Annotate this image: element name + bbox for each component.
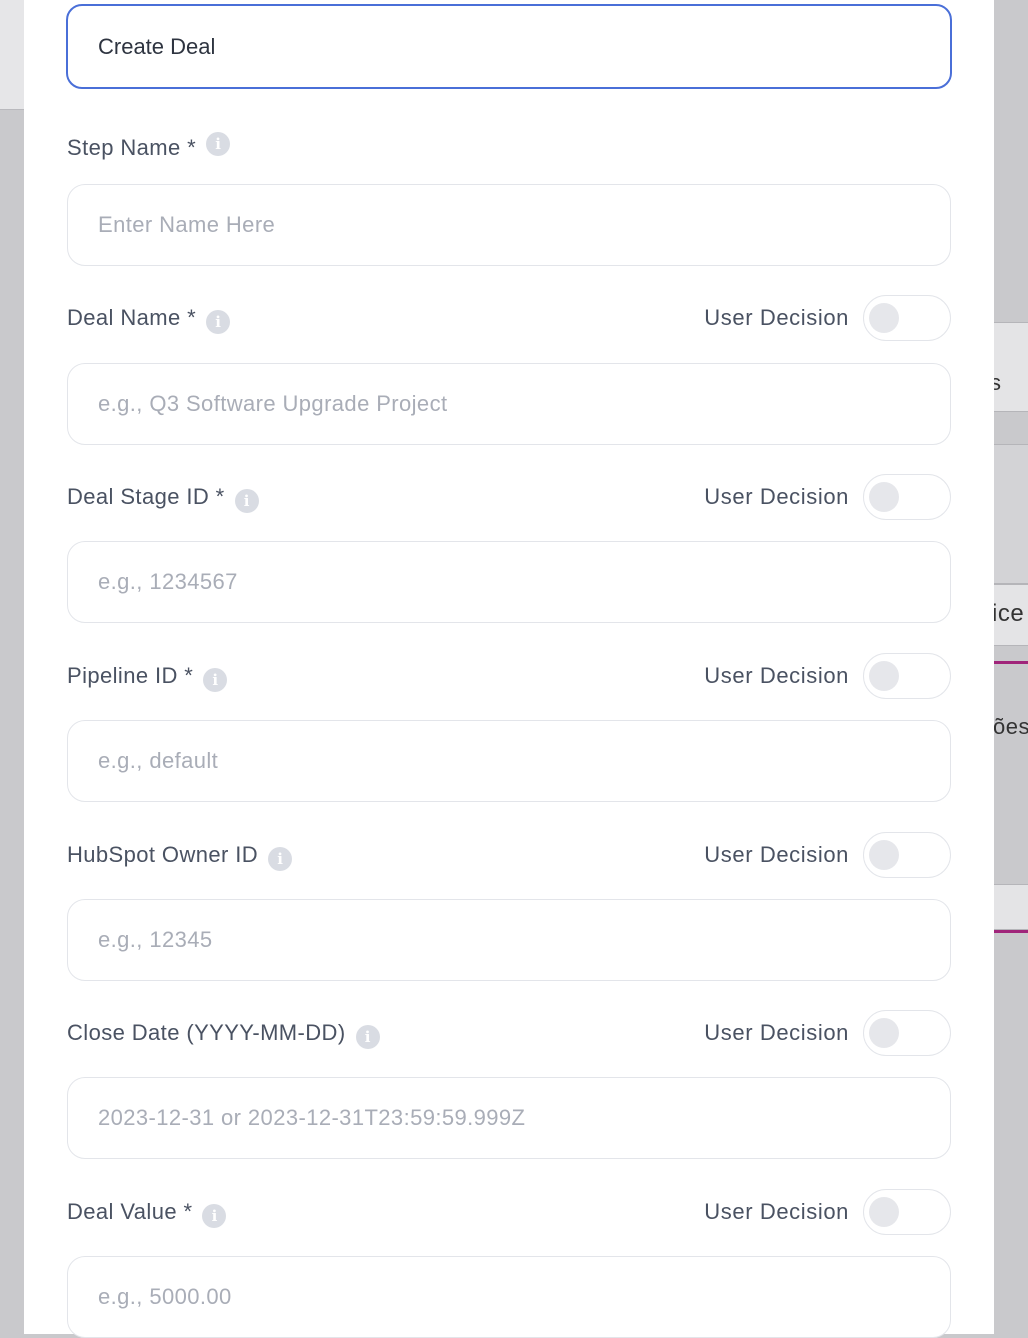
field-deal-stage-id: Deal Stage ID * i User Decision e.g., 12…: [67, 477, 951, 517]
user-decision-label: User Decision: [704, 484, 849, 510]
toggle-knob: [869, 1197, 899, 1227]
background-row: [994, 884, 1028, 930]
field-deal-name: Deal Name * i User Decision e.g., Q3 Sof…: [67, 298, 951, 338]
info-icon[interactable]: i: [268, 847, 292, 871]
field-label: Pipeline ID *: [67, 663, 193, 689]
toggle-knob: [869, 1018, 899, 1048]
deal-stage-id-input[interactable]: e.g., 1234567: [67, 541, 951, 623]
info-icon[interactable]: i: [202, 1204, 226, 1228]
close-date-input[interactable]: 2023-12-31 or 2023-12-31T23:59:59.999Z: [67, 1077, 951, 1159]
toggle-knob: [869, 840, 899, 870]
user-decision-label: User Decision: [704, 1199, 849, 1225]
step-title-input[interactable]: Create Deal: [66, 4, 952, 89]
user-decision-control: User Decision: [704, 653, 951, 699]
info-icon[interactable]: i: [356, 1025, 380, 1049]
user-decision-control: User Decision: [704, 1010, 951, 1056]
field-label: Close Date (YYYY-MM-DD): [67, 1020, 346, 1046]
field-label: Deal Name *: [67, 305, 196, 331]
user-decision-control: User Decision: [704, 295, 951, 341]
background-text-fragment: s: [994, 370, 1002, 396]
field-label: Step Name *: [67, 135, 196, 161]
info-icon[interactable]: i: [203, 668, 227, 692]
field-label: HubSpot Owner ID: [67, 842, 258, 868]
info-icon[interactable]: i: [206, 310, 230, 334]
user-decision-toggle[interactable]: [863, 1010, 951, 1056]
background-right-panel: s ice ões: [994, 0, 1028, 1334]
deal-value-input[interactable]: e.g., 5000.00: [67, 1256, 951, 1338]
field-close-date: Close Date (YYYY-MM-DD) i User Decision …: [67, 1013, 951, 1053]
user-decision-label: User Decision: [704, 1020, 849, 1046]
background-text-fragment: ice: [994, 600, 1024, 628]
field-label: Deal Stage ID *: [67, 484, 225, 510]
background-header-strip: [0, 0, 24, 110]
user-decision-label: User Decision: [704, 305, 849, 331]
user-decision-toggle[interactable]: [863, 295, 951, 341]
pipeline-id-input[interactable]: e.g., default: [67, 720, 951, 802]
user-decision-control: User Decision: [704, 474, 951, 520]
user-decision-label: User Decision: [704, 842, 849, 868]
background-accent-line: [994, 930, 1028, 933]
hubspot-owner-id-input[interactable]: e.g., 12345: [67, 899, 951, 981]
deal-name-input[interactable]: e.g., Q3 Software Upgrade Project: [67, 363, 951, 445]
field-pipeline-id: Pipeline ID * i User Decision e.g., defa…: [67, 656, 951, 696]
field-hubspot-owner-id: HubSpot Owner ID i User Decision e.g., 1…: [67, 835, 951, 875]
field-step-name: Step Name * i Enter Name Here: [67, 128, 951, 168]
background-text-fragment: ões: [994, 714, 1028, 740]
field-deal-value: Deal Value * i User Decision e.g., 5000.…: [67, 1192, 951, 1232]
step-name-input[interactable]: Enter Name Here: [67, 184, 951, 266]
user-decision-toggle[interactable]: [863, 474, 951, 520]
background-row: [994, 322, 1028, 412]
user-decision-control: User Decision: [704, 1189, 951, 1235]
user-decision-control: User Decision: [704, 832, 951, 878]
background-row: [994, 444, 1028, 584]
background-accent-line: [994, 661, 1028, 664]
user-decision-label: User Decision: [704, 663, 849, 689]
info-icon[interactable]: i: [206, 132, 230, 156]
toggle-knob: [869, 661, 899, 691]
toggle-knob: [869, 303, 899, 333]
user-decision-toggle[interactable]: [863, 653, 951, 699]
user-decision-toggle[interactable]: [863, 1189, 951, 1235]
info-icon[interactable]: i: [235, 489, 259, 513]
field-label: Deal Value *: [67, 1199, 192, 1225]
user-decision-toggle[interactable]: [863, 832, 951, 878]
create-deal-modal: Create Deal Step Name * i Enter Name Her…: [24, 0, 994, 1334]
toggle-knob: [869, 482, 899, 512]
